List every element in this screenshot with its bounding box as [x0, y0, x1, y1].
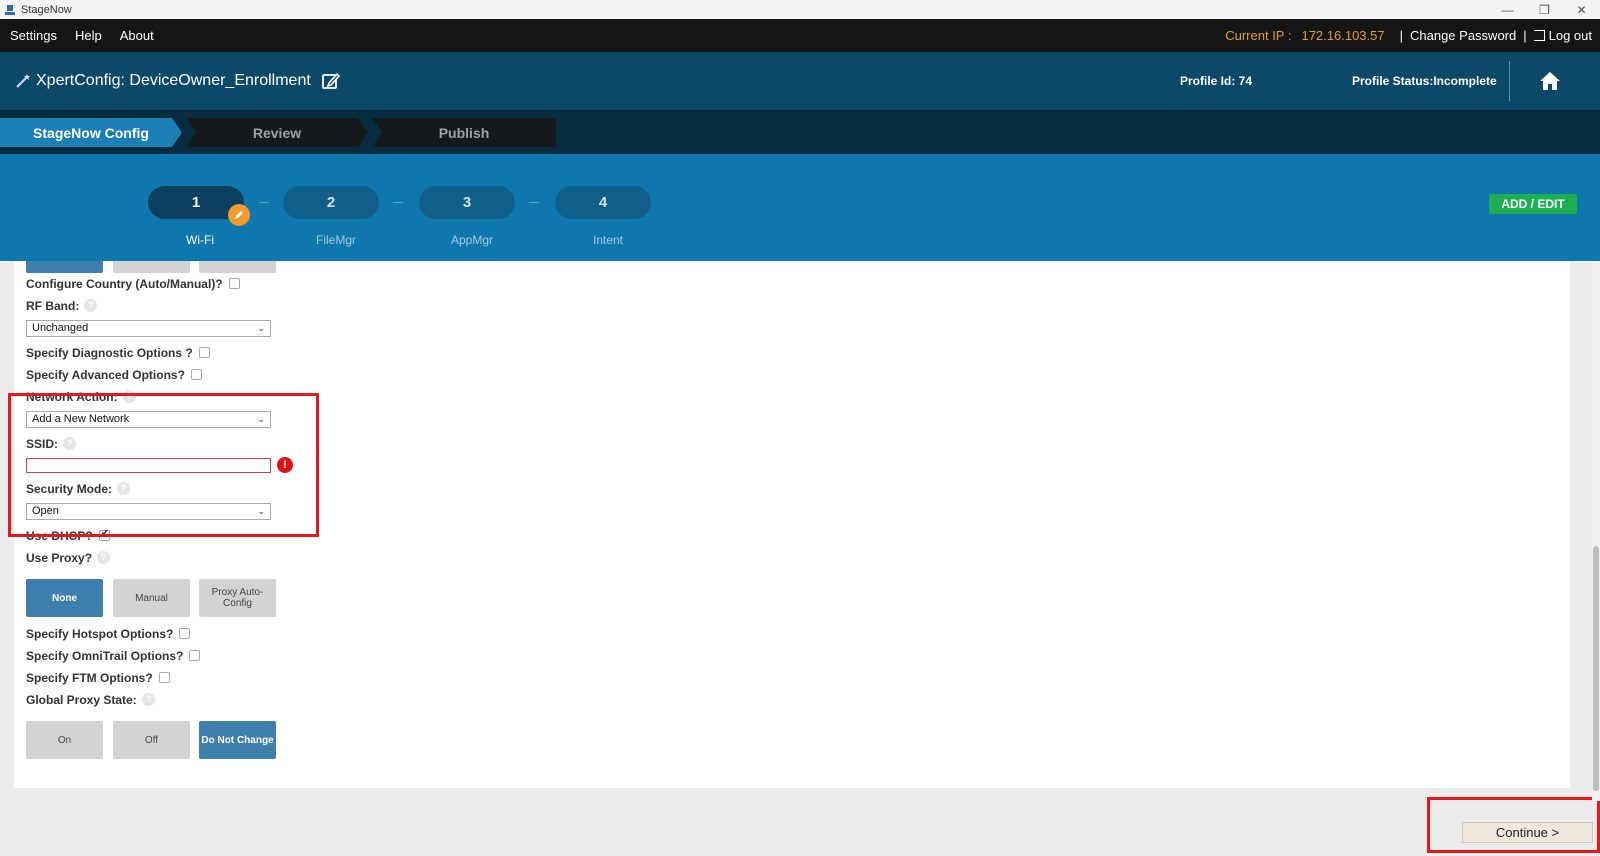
home-icon[interactable] [1538, 70, 1562, 92]
profile-title: XpertConfig: DeviceOwner_Enrollment [36, 72, 311, 89]
vertical-scrollbar[interactable] [1592, 261, 1600, 801]
continue-button[interactable]: Continue > [1462, 822, 1593, 843]
change-password-link[interactable]: Change Password [1410, 28, 1516, 43]
scrolled-option-button[interactable] [26, 261, 103, 273]
help-icon[interactable]: ? [141, 693, 155, 707]
omnitrail-options-checkbox[interactable] [189, 650, 201, 662]
tab-stagenow-config[interactable]: StageNow Config [0, 118, 182, 147]
window-title: StageNow [21, 3, 72, 16]
diagnostic-options-row: Specify Diagnostic Options ? [26, 346, 210, 360]
rf-band-select[interactable]: Unchanged ⌄ [26, 320, 271, 337]
profile-id: Profile Id: 74 [1180, 74, 1253, 88]
use-proxy-row: Use Proxy?? [26, 551, 111, 565]
hotspot-options-label: Specify Hotspot Options? [26, 627, 174, 641]
rf-band-label: RF Band: [26, 299, 80, 313]
advanced-options-label: Specify Advanced Options? [26, 368, 185, 382]
hotspot-options-checkbox[interactable] [179, 628, 191, 640]
tab-publish[interactable]: Publish [372, 118, 556, 147]
configure-country-label: Configure Country (Auto/Manual)? [26, 277, 223, 291]
global-proxy-do-not-change-button[interactable]: Do Not Change [199, 721, 276, 759]
help-icon[interactable]: ? [84, 299, 98, 313]
advanced-options-row: Specify Advanced Options? [26, 368, 202, 382]
diagnostic-options-label: Specify Diagnostic Options ? [26, 346, 193, 360]
scrolled-option-button[interactable] [113, 261, 190, 273]
current-ip-label: Current IP : [1225, 28, 1292, 43]
menu-about[interactable]: About [112, 28, 162, 43]
configure-country-row: Configure Country (Auto/Manual)? [26, 277, 240, 291]
menu-help[interactable]: Help [67, 28, 110, 43]
step-label-wifi: Wi-Fi [186, 233, 214, 247]
hotspot-options-row: Specify Hotspot Options? [26, 627, 191, 641]
configure-country-checkbox[interactable] [228, 278, 240, 290]
config-steps: 1 2 3 4 Wi-Fi FileMgr AppMgr Intent ADD … [0, 154, 1600, 261]
tab-review[interactable]: Review [186, 118, 368, 147]
step-label-intent: Intent [592, 233, 624, 247]
rf-band-row: RF Band:? [26, 299, 98, 313]
global-proxy-on-button[interactable]: On [26, 721, 103, 759]
profile-header: XpertConfig: DeviceOwner_Enrollment Prof… [0, 52, 1600, 110]
profile-status: Profile Status:Incomplete [1352, 74, 1497, 88]
rf-band-value: Unchanged [32, 322, 89, 334]
advanced-options-checkbox[interactable] [190, 369, 202, 381]
magic-wand-icon [16, 74, 30, 88]
step-connector [259, 202, 269, 203]
proxy-manual-button[interactable]: Manual [113, 579, 190, 617]
scrollbar-thumb[interactable] [1593, 546, 1599, 791]
step-connector [393, 202, 403, 203]
ftm-options-row: Specify FTM Options? [26, 671, 170, 685]
restore-icon[interactable]: ❐ [1526, 0, 1563, 19]
logout-label: Log out [1548, 28, 1592, 43]
proxy-none-button[interactable]: None [26, 579, 103, 617]
edit-profile-icon[interactable] [321, 71, 341, 91]
stagenow-app-icon [5, 4, 15, 15]
ftm-options-checkbox[interactable] [158, 672, 170, 684]
omnitrail-options-label: Specify OmniTrail Options? [26, 649, 184, 663]
diagnostic-options-checkbox[interactable] [198, 347, 210, 359]
window-titlebar: StageNow — ❐ ✕ [0, 0, 1600, 19]
menu-settings[interactable]: Settings [2, 28, 65, 43]
current-ip-value: 172.16.103.57 [1301, 28, 1385, 43]
menu-separator: | [1523, 28, 1527, 43]
step-label-appmgr: AppMgr [450, 233, 494, 247]
step-2-filemgr[interactable]: 2 [283, 186, 379, 219]
ftm-options-label: Specify FTM Options? [26, 671, 153, 685]
proxy-auto-config-button[interactable]: Proxy Auto-Config [199, 579, 276, 617]
step-4-intent[interactable]: 4 [555, 186, 651, 219]
step-3-appmgr[interactable]: 3 [419, 186, 515, 219]
add-edit-button[interactable]: ADD / EDIT [1489, 194, 1577, 214]
wizard-tabs: StageNow Config Review Publish [0, 110, 1600, 154]
scrolled-option-button[interactable] [199, 261, 276, 273]
logout-icon [1533, 30, 1545, 41]
global-proxy-state-row: Global Proxy State:? [26, 693, 155, 707]
help-icon[interactable]: ? [97, 551, 111, 565]
menu-bar: Settings Help About Current IP : 172.16.… [0, 19, 1600, 52]
step-connector [529, 202, 539, 203]
header-divider [1509, 61, 1510, 101]
menu-separator: | [1399, 28, 1403, 43]
chevron-down-icon: ⌄ [257, 323, 265, 333]
network-settings-highlight [8, 393, 319, 537]
global-proxy-off-button[interactable]: Off [113, 721, 190, 759]
omnitrail-options-row: Specify OmniTrail Options? [26, 649, 201, 663]
use-proxy-label: Use Proxy? [26, 551, 93, 565]
minimize-icon[interactable]: — [1489, 0, 1526, 19]
pencil-icon[interactable] [228, 204, 250, 226]
global-proxy-state-label: Global Proxy State: [26, 693, 137, 707]
pencil-glyph [235, 211, 243, 219]
logout-link[interactable]: Log out [1533, 28, 1592, 43]
step-label-filemgr: FileMgr [315, 233, 356, 247]
close-icon[interactable]: ✕ [1563, 0, 1600, 19]
